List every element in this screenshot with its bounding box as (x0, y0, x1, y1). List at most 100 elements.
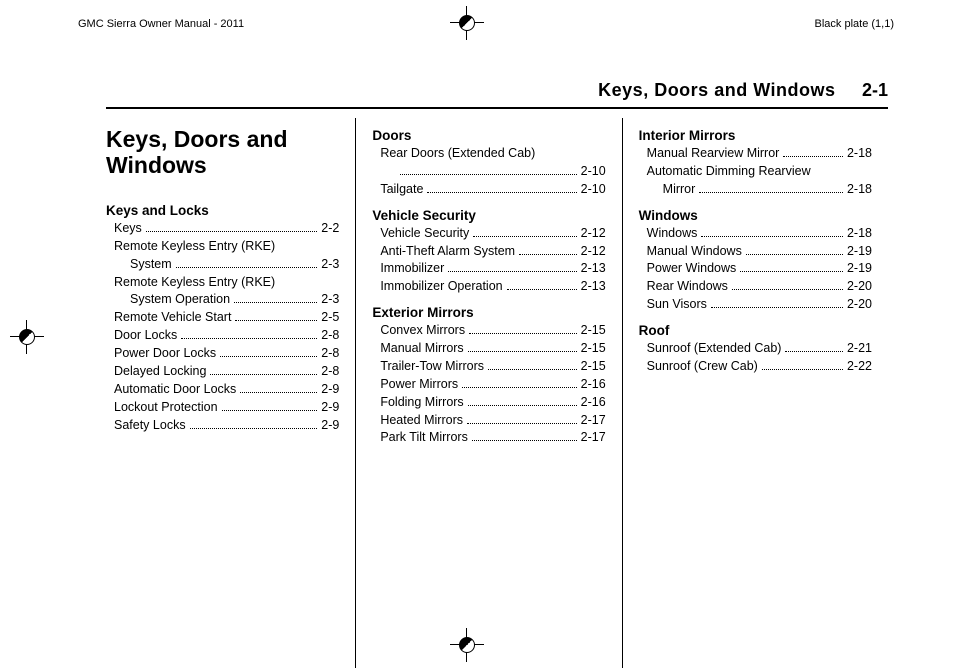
toc-leader-dots (732, 289, 843, 290)
toc-entry: Park Tilt Mirrors 2-17 (372, 429, 605, 446)
toc-entry-label: System Operation (114, 291, 230, 308)
toc-entry-label: Remote Keyless Entry (RKE) (114, 238, 275, 255)
toc-entry: Vehicle Security2-12 (372, 225, 605, 242)
toc-entry: Power Windows2-19 (639, 260, 872, 277)
toc-entry-label: Door Locks (114, 327, 177, 344)
toc-leader-dots (783, 156, 843, 157)
toc-leader-dots (400, 174, 576, 175)
toc-leader-dots (240, 392, 317, 393)
toc-entry: Trailer-Tow Mirrors 2-15 (372, 358, 605, 375)
toc-entry-page: 2-8 (321, 363, 339, 380)
toc-leader-dots (190, 428, 318, 429)
toc-leader-dots (711, 307, 843, 308)
toc-leader-dots (468, 351, 577, 352)
toc-leader-dots (762, 369, 843, 370)
toc-entry: Immobilizer 2-13 (372, 260, 605, 277)
toc-entry-label: Tailgate (380, 181, 423, 198)
toc-entry-page: 2-9 (321, 417, 339, 434)
section-head-windows: Windows (639, 208, 872, 223)
section-body-doors: Rear Doors (Extended Cab)2-10Tailgate2-1… (372, 145, 605, 198)
toc-entry: System Operation 2-3 (106, 291, 339, 308)
toc-entry-label: Vehicle Security (380, 225, 469, 242)
toc-entry-page: 2-3 (321, 256, 339, 273)
toc-entry-page: 2-20 (847, 278, 872, 295)
toc-entry: Immobilizer Operation 2-13 (372, 278, 605, 295)
toc-entry: Automatic Dimming Rearview (639, 163, 872, 180)
section-body-windows: Windows 2-18Manual Windows2-19Power Windo… (639, 225, 872, 313)
toc-entry: Manual Windows2-19 (639, 243, 872, 260)
toc-entry-label: Power Mirrors (380, 376, 458, 393)
toc-entry-page: 2-22 (847, 358, 872, 375)
toc-entry-label: Windows (647, 225, 698, 242)
toc-entry-page: 2-17 (581, 412, 606, 429)
toc-entry-label: Automatic Door Locks (114, 381, 236, 398)
toc-entry-label: Immobilizer Operation (380, 278, 502, 295)
section-body-roof: Sunroof (Extended Cab)2-21Sunroof (Crew … (639, 340, 872, 375)
toc-entry-label: Trailer-Tow Mirrors (380, 358, 484, 375)
toc-entry-page: 2-18 (847, 225, 872, 242)
toc-entry-page: 2-15 (581, 322, 606, 339)
toc-entry: Remote Keyless Entry (RKE) (106, 238, 339, 255)
toc-leader-dots (469, 333, 577, 334)
registration-mark-left (10, 320, 44, 354)
toc-entry-page: 2-5 (321, 309, 339, 326)
toc-entry-page: 2-13 (581, 278, 606, 295)
toc-leader-dots (701, 236, 843, 237)
toc-entry: Keys2-2 (106, 220, 339, 237)
toc-entry: Rear Windows2-20 (639, 278, 872, 295)
toc-entry-page: 2-10 (581, 163, 606, 180)
toc-leader-dots (507, 289, 577, 290)
toc-entry: System 2-3 (106, 256, 339, 273)
toc-entry: Manual Mirrors 2-15 (372, 340, 605, 357)
toc-entry: Tailgate2-10 (372, 181, 605, 198)
toc-leader-dots (181, 338, 317, 339)
toc-entry-label: Safety Locks (114, 417, 186, 434)
toc-leader-dots (176, 267, 318, 268)
toc-entry-label: Park Tilt Mirrors (380, 429, 468, 446)
toc-leader-dots (210, 374, 317, 375)
toc-entry-page: 2-3 (321, 291, 339, 308)
section-head-keys-and-locks: Keys and Locks (106, 203, 339, 218)
toc-entry-page: 2-15 (581, 358, 606, 375)
toc-entry: Manual Rearview Mirror2-18 (639, 145, 872, 162)
toc-entry: Automatic Door Locks 2-9 (106, 381, 339, 398)
toc-entry: Delayed Locking 2-8 (106, 363, 339, 380)
toc-entry-page: 2-17 (581, 429, 606, 446)
toc-entry-page: 2-12 (581, 243, 606, 260)
toc-entry: Safety Locks 2-9 (106, 417, 339, 434)
plate-info: Black plate (1,1) (815, 18, 894, 30)
toc-entry-label: Delayed Locking (114, 363, 206, 380)
toc-entry-label: Folding Mirrors (380, 394, 463, 411)
toc-entry-label: Convex Mirrors (380, 322, 465, 339)
toc-entry-label: Mirror (647, 181, 696, 198)
toc-entry-label: Heated Mirrors (380, 412, 463, 429)
toc-entry-page: 2-13 (581, 260, 606, 277)
section-head-vehicle-security: Vehicle Security (372, 208, 605, 223)
toc-entry-page: 2-8 (321, 345, 339, 362)
toc-entry-page: 2-19 (847, 243, 872, 260)
toc-entry-label: System (114, 256, 172, 273)
toc-leader-dots (746, 254, 843, 255)
toc-entry: Power Mirrors2-16 (372, 376, 605, 393)
toc-entry: Sun Visors2-20 (639, 296, 872, 313)
toc-entry: Lockout Protection2-9 (106, 399, 339, 416)
toc-entry-page: 2-15 (581, 340, 606, 357)
section-head-exterior-mirrors: Exterior Mirrors (372, 305, 605, 320)
toc-entry: Convex Mirrors 2-15 (372, 322, 605, 339)
toc-entry-label: Sunroof (Crew Cab) (647, 358, 758, 375)
toc-entry: Sunroof (Extended Cab)2-21 (639, 340, 872, 357)
toc-entry-page: 2-18 (847, 181, 872, 198)
toc-leader-dots (473, 236, 576, 237)
toc-entry-page: 2-9 (321, 381, 339, 398)
manual-name: GMC Sierra Owner Manual - 2011 (78, 18, 244, 30)
toc-leader-dots (448, 271, 576, 272)
toc-entry-label: Immobilizer (380, 260, 444, 277)
toc-entry-page: 2-18 (847, 145, 872, 162)
toc-entry-label: Manual Mirrors (380, 340, 463, 357)
toc-leader-dots (740, 271, 843, 272)
toc-entry: Folding Mirrors2-16 (372, 394, 605, 411)
toc-entry: Sunroof (Crew Cab) 2-22 (639, 358, 872, 375)
section-head-roof: Roof (639, 323, 872, 338)
section-body-vehicle-security: Vehicle Security2-12Anti-Theft Alarm Sys… (372, 225, 605, 296)
toc-leader-dots (462, 387, 577, 388)
